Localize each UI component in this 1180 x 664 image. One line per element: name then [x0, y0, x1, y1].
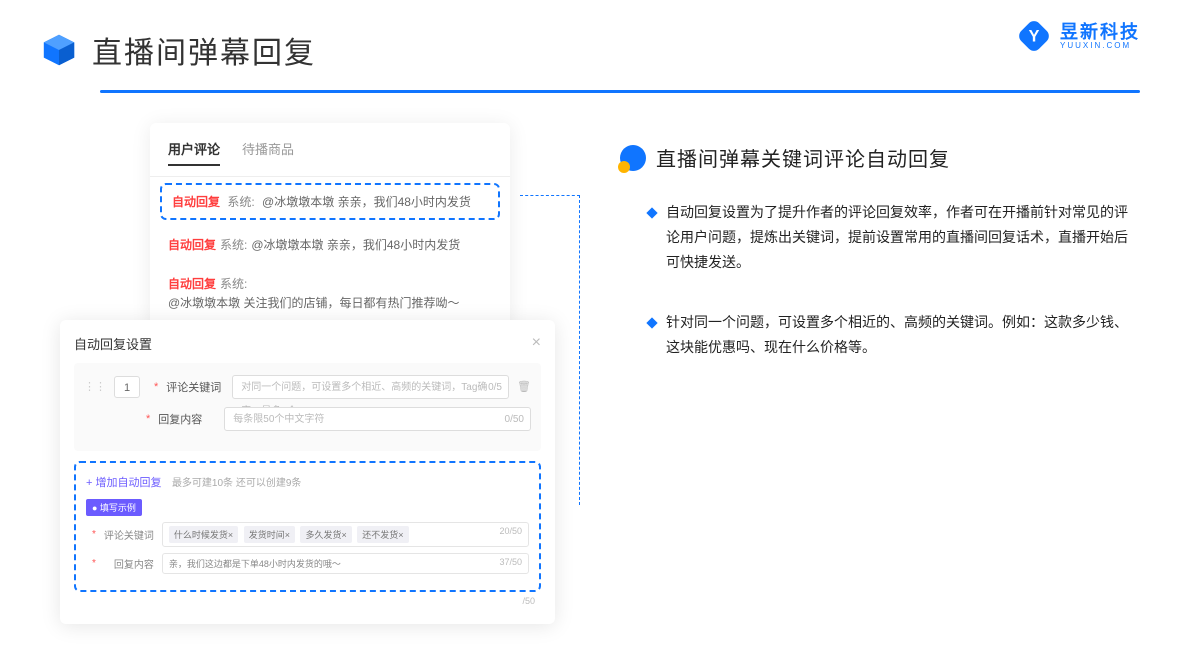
bullet-icon	[646, 207, 657, 218]
highlighted-auto-reply: 自动回复 系统: @冰墩墩本墩 亲亲，我们48小时内发货	[160, 183, 500, 220]
bubble-icon	[620, 145, 646, 171]
required-mark: *	[146, 413, 150, 425]
example-kw-counter: 20/50	[499, 526, 522, 536]
auto-reply-badge: 自动回复	[172, 195, 220, 209]
required-mark: *	[92, 558, 96, 569]
comment-row: 自动回复 系统: @冰墩墩本墩 关注我们的店铺，每日都有热门推荐呦～	[150, 265, 510, 323]
example-keyword-label: 评论关键词	[104, 527, 154, 542]
keyword-counter: 0/5	[488, 376, 502, 400]
auto-reply-settings-card: 自动回复设置 × ⋮⋮ 1 * 评论关键词 对同一个问题，可设置多个相近、高频的…	[60, 320, 555, 624]
delete-icon[interactable]: 🗑	[517, 380, 531, 393]
brand-logo: Y 昱新科技 YUUXIN.COM	[1016, 18, 1140, 54]
add-hint: 最多可建10条 还可以创建9条	[172, 478, 301, 489]
required-mark: *	[154, 381, 158, 393]
close-icon[interactable]: ×	[532, 334, 541, 352]
keyword-label: 评论关键词	[166, 379, 224, 395]
required-mark: *	[92, 529, 96, 540]
system-label: 系统:	[220, 275, 247, 294]
example-highlight-box: + 增加自动回复 最多可建10条 还可以创建9条 ● 填写示例 * 评论关键词 …	[74, 461, 541, 592]
faint-counter: /50	[74, 596, 541, 606]
comment-row: 自动回复 系统: @冰墩墩本墩 亲亲，我们48小时内发货	[150, 226, 510, 265]
comment-text: @冰墩墩本墩 关注我们的店铺，每日都有热门推荐呦～	[168, 294, 460, 313]
add-auto-reply-link[interactable]: + 增加自动回复	[86, 474, 161, 490]
settings-title: 自动回复设置	[74, 334, 152, 353]
content-label: 回复内容	[158, 411, 216, 427]
auto-reply-badge: 自动回复	[168, 275, 216, 294]
content-input[interactable]: 每条限50个中文字符 0/50	[224, 407, 531, 431]
keyword-input[interactable]: 对同一个问题，可设置多个相近、高频的关键词，Tag确定，最多5个 0/5	[232, 375, 509, 399]
keyword-tag[interactable]: 还不发货×	[357, 526, 408, 543]
keyword-tag[interactable]: 多久发货×	[300, 526, 351, 543]
example-content-label: 回复内容	[104, 556, 154, 571]
keyword-tag[interactable]: 发货时间×	[244, 526, 295, 543]
brand-sub: YUUXIN.COM	[1060, 41, 1140, 50]
example-badge: ● 填写示例	[86, 499, 142, 516]
system-label: 系统:	[220, 236, 247, 255]
brand-icon: Y	[1016, 18, 1052, 54]
cube-icon	[40, 31, 78, 69]
bullet-text: 针对同一个问题，可设置多个相近的、高频的关键词。例如：这款多少钱、这块能优惠吗、…	[666, 310, 1140, 360]
example-content-counter: 37/50	[499, 557, 522, 567]
example-content-input[interactable]: 亲，我们这边都是下单48小时内发货的哦～ 37/50	[162, 553, 529, 574]
tab-user-comments[interactable]: 用户评论	[168, 139, 220, 166]
bullet-text: 自动回复设置为了提升作者的评论回复效率，作者可在开播前针对常见的评论用户问题，提…	[666, 200, 1140, 276]
comment-text: @冰墩墩本墩 亲亲，我们48小时内发货	[262, 195, 471, 209]
content-counter: 0/50	[505, 408, 524, 432]
page-title: 直播间弹幕回复	[92, 28, 316, 72]
keyword-tag[interactable]: 什么时候发货×	[169, 526, 238, 543]
brand-name: 昱新科技	[1060, 23, 1140, 41]
system-label: 系统:	[227, 195, 254, 209]
auto-reply-badge: 自动回复	[168, 236, 216, 255]
example-keyword-input[interactable]: 什么时候发货× 发货时间× 多久发货× 还不发货× 20/50	[162, 522, 529, 547]
comment-text: @冰墩墩本墩 亲亲，我们48小时内发货	[251, 236, 460, 255]
tab-pending-products[interactable]: 待播商品	[242, 139, 294, 166]
svg-text:Y: Y	[1029, 27, 1040, 45]
bullet-icon	[646, 317, 657, 328]
drag-icon[interactable]: ⋮⋮	[84, 380, 106, 393]
section-title: 直播间弹幕关键词评论自动回复	[656, 143, 950, 172]
comments-card: 用户评论 待播商品 自动回复 系统: @冰墩墩本墩 亲亲，我们48小时内发货 自…	[150, 123, 510, 332]
index-field[interactable]: 1	[114, 376, 140, 398]
